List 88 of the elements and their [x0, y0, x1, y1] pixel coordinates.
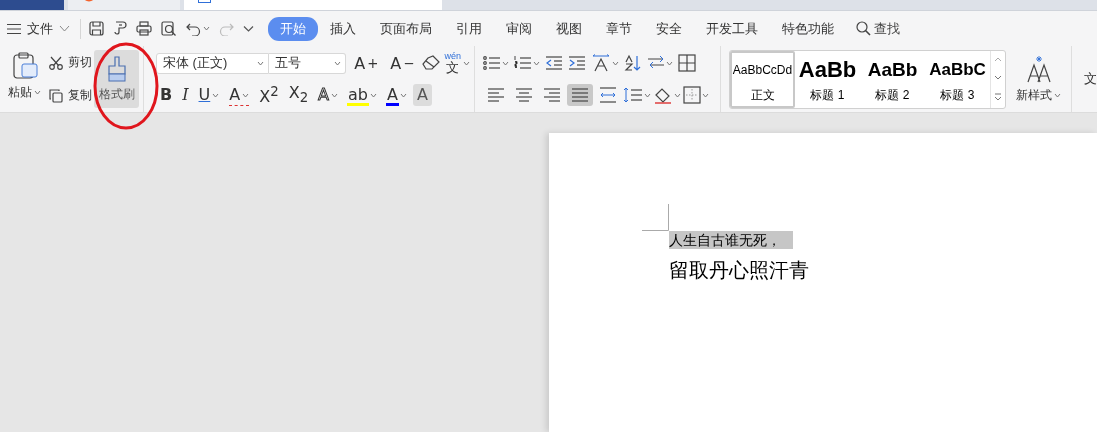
- save-icon[interactable]: [89, 21, 104, 36]
- new-style-button[interactable]: 新样式: [1010, 50, 1067, 108]
- caret-icon: [533, 60, 540, 66]
- align-distributed-icon: [599, 87, 617, 103]
- style-preset[interactable]: AaBbC 标题 3: [925, 50, 990, 108]
- caret-icon: [644, 92, 651, 98]
- ribbon-tab[interactable]: 开发工具: [694, 16, 770, 41]
- cut-button[interactable]: 剪切: [49, 54, 92, 71]
- document-text: 留取丹心照汗青: [669, 259, 809, 281]
- italic-button[interactable]: I: [178, 84, 193, 106]
- align-center-icon: [515, 87, 533, 103]
- caret-icon: [612, 60, 619, 66]
- caret-icon: [463, 60, 470, 66]
- ribbon-tab[interactable]: 章节: [594, 16, 644, 41]
- clipboard-icon: [11, 52, 38, 80]
- search-button[interactable]: 查找: [850, 18, 906, 39]
- align-justify-icon: [571, 87, 589, 103]
- numbering-icon[interactable]: [514, 55, 532, 71]
- expand-gallery-icon[interactable]: [994, 93, 1002, 101]
- caret-icon: [203, 26, 210, 31]
- align-right-icon: [543, 87, 561, 103]
- borders-icon[interactable]: [683, 86, 701, 104]
- superscript-button[interactable]: X$^{2}$: [255, 84, 283, 106]
- caret-icon: [674, 92, 681, 98]
- decrease-indent-icon[interactable]: [545, 55, 563, 71]
- font-size-dropdown[interactable]: 五号: [268, 52, 347, 74]
- chevron-icon[interactable]: [59, 25, 70, 32]
- table-layout-icon[interactable]: [678, 54, 696, 72]
- caret-icon: [370, 92, 378, 98]
- copy-button[interactable]: 复制: [49, 87, 92, 104]
- text-direction-icon[interactable]: [591, 54, 611, 72]
- align-justify-button[interactable]: [567, 84, 593, 106]
- caret-icon: [256, 60, 264, 66]
- font-name-dropdown[interactable]: 宋体 (正文): [156, 52, 269, 74]
- caret-icon: [1054, 92, 1061, 98]
- document-text: 人生自古谁无死，: [669, 231, 793, 249]
- style-preset[interactable]: AaBb 标题 2: [860, 50, 925, 108]
- caret-icon: [502, 60, 509, 66]
- ribbon-tab[interactable]: 审阅: [494, 16, 544, 41]
- subscript-button[interactable]: X$_{2}$: [284, 84, 313, 106]
- copy-icon: [49, 88, 63, 103]
- menu-icon[interactable]: [7, 22, 21, 35]
- scissors-icon: [49, 55, 63, 70]
- ribbon-tab[interactable]: 插入: [318, 16, 368, 41]
- bold-button[interactable]: B: [156, 84, 177, 106]
- new-style-icon: [1025, 54, 1052, 83]
- style-preset[interactable]: AaBb 标题 1: [795, 50, 860, 108]
- sort-icon[interactable]: [624, 54, 642, 72]
- shading-icon[interactable]: [653, 86, 673, 104]
- pinyin-guide-button[interactable]: wén 文: [444, 52, 461, 74]
- margin-corner-mark: [642, 204, 669, 231]
- caret-icon: [702, 92, 709, 98]
- caret-icon: [34, 90, 41, 95]
- ribbon-group-label: 文: [1083, 70, 1097, 88]
- font-color-button[interactable]: A: [383, 84, 411, 106]
- underline-button[interactable]: U: [194, 84, 224, 106]
- caret-icon: [331, 92, 339, 98]
- caret-icon: [212, 92, 220, 98]
- ribbon-tab[interactable]: 页面布局: [368, 16, 444, 41]
- increase-indent-icon[interactable]: [568, 55, 586, 71]
- print-icon[interactable]: [136, 21, 152, 36]
- bullets-icon[interactable]: [483, 55, 501, 71]
- caret-icon: [666, 60, 673, 66]
- ribbon-tab[interactable]: 视图: [544, 16, 594, 41]
- ribbon-tab[interactable]: 安全: [644, 16, 694, 41]
- eraser-icon[interactable]: [422, 55, 441, 71]
- caret-icon: [400, 92, 407, 98]
- search-icon: [856, 21, 871, 36]
- customize-icon[interactable]: [243, 24, 254, 33]
- undo-icon[interactable]: [186, 21, 201, 36]
- scroll-up-icon[interactable]: [994, 57, 1002, 62]
- file-menu[interactable]: 文件: [27, 19, 53, 38]
- style-preset[interactable]: AaBbCcDd 正文: [730, 50, 795, 108]
- format-painter-button[interactable]: 格式刷: [94, 50, 139, 108]
- paste-button[interactable]: 粘贴: [2, 50, 47, 108]
- strike-line: [229, 105, 250, 106]
- align-left-icon: [487, 87, 505, 103]
- ribbon-tab[interactable]: 特色功能: [770, 16, 846, 41]
- strikethrough-button[interactable]: A: [225, 84, 254, 106]
- scroll-down-icon[interactable]: [994, 75, 1002, 80]
- line-spacing-icon[interactable]: [623, 87, 643, 103]
- line-break-icon[interactable]: [647, 55, 665, 71]
- caret-icon: [334, 60, 342, 66]
- print-preview-icon[interactable]: [161, 21, 177, 36]
- caret-icon: [242, 92, 250, 98]
- character-shading-button[interactable]: A: [413, 84, 432, 106]
- highlight-button[interactable]: ab: [344, 84, 382, 106]
- ribbon-tab[interactable]: 引用: [444, 16, 494, 41]
